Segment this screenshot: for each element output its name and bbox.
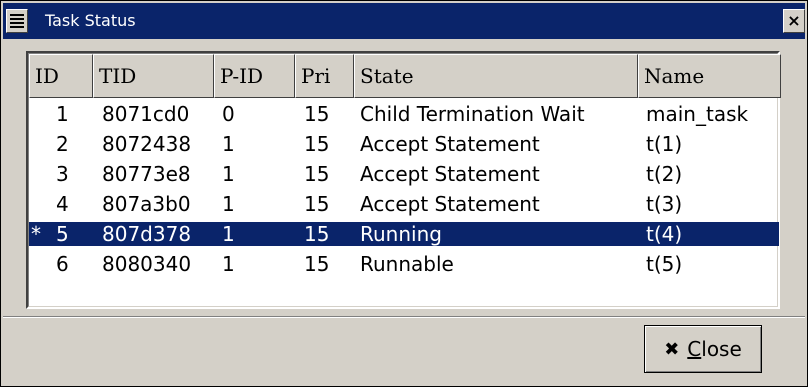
cell-tid: 8080340 [102,252,192,276]
column-header-state[interactable]: State [354,54,638,98]
separator [3,316,805,318]
title-bar[interactable]: Task Status × [3,3,805,39]
cell-name: t(2) [646,162,683,186]
cell-tid: 8071cd0 [102,102,190,126]
column-header-pri[interactable]: Pri [295,54,354,98]
cell-name: main_task [646,102,749,126]
task-status-window: Task Status × ID TID P-ID Pri State Name… [0,0,808,387]
cell-tid: 807a3b0 [102,192,191,216]
cell-pid: 1 [222,222,235,246]
table-row[interactable]: 1 8071cd0 0 15 Child Termination Wait main_ta… [29,102,779,126]
table-header: ID TID P-ID Pri State Name [29,54,781,98]
cell-pid: 1 [222,162,235,186]
column-header-tid[interactable]: TID [93,54,214,98]
task-list[interactable]: ID TID P-ID Pri State Name 1 8071cd0 0 15 Ch… [26,51,781,309]
cell-name: t(3) [646,192,683,216]
window-close-icon[interactable]: × [783,9,805,33]
table-row[interactable]: * 5 807d378 1 15 Running t(4) [29,222,779,246]
close-button[interactable]: ✖ Close [644,325,762,373]
cell-tid: 8072438 [102,132,192,156]
table-row[interactable]: 6 8080340 1 15 Runnable t(5) [29,252,779,276]
cell-pid: 1 [222,252,235,276]
cell-state: Accept Statement [360,132,540,156]
close-x-icon: ✖ [664,338,680,360]
cell-state: Accept Statement [360,192,540,216]
close-button-label: lose [701,337,742,361]
cell-pid: 1 [222,132,235,156]
cell-pri: 15 [304,102,330,126]
table-row[interactable]: 3 80773e8 1 15 Accept Statement t(2) [29,162,779,186]
cell-state: Running [360,222,442,246]
cell-state: Accept Statement [360,162,540,186]
cell-tid: 80773e8 [102,162,191,186]
cell-name: t(1) [646,132,683,156]
cell-id: 2 [56,132,69,156]
cell-state: Runnable [360,252,454,276]
table-row[interactable]: 2 8072438 1 15 Accept Statement t(1) [29,132,779,156]
column-header-id[interactable]: ID [29,54,93,98]
cell-pid: 1 [222,192,235,216]
cell-id: 4 [56,192,69,216]
row-marker: * [31,222,41,246]
cell-pri: 15 [304,222,330,246]
cell-id: 1 [56,102,69,126]
table-row[interactable]: 4 807a3b0 1 15 Accept Statement t(3) [29,192,779,216]
cell-id: 5 [56,222,69,246]
cell-id: 6 [56,252,69,276]
window-title: Task Status [45,11,136,30]
cell-name: t(5) [646,252,683,276]
cell-id: 3 [56,162,69,186]
cell-name: t(4) [646,222,683,246]
cell-state: Child Termination Wait [360,102,585,126]
cell-pri: 15 [304,132,330,156]
window-menu-icon[interactable] [6,9,28,33]
column-header-pid[interactable]: P-ID [214,54,295,98]
cell-pri: 15 [304,162,330,186]
close-button-mnemonic: C [687,337,702,361]
cell-pri: 15 [304,252,330,276]
cell-pid: 0 [222,102,235,126]
cell-tid: 807d378 [102,222,192,246]
column-header-name[interactable]: Name [638,54,781,98]
cell-pri: 15 [304,192,330,216]
